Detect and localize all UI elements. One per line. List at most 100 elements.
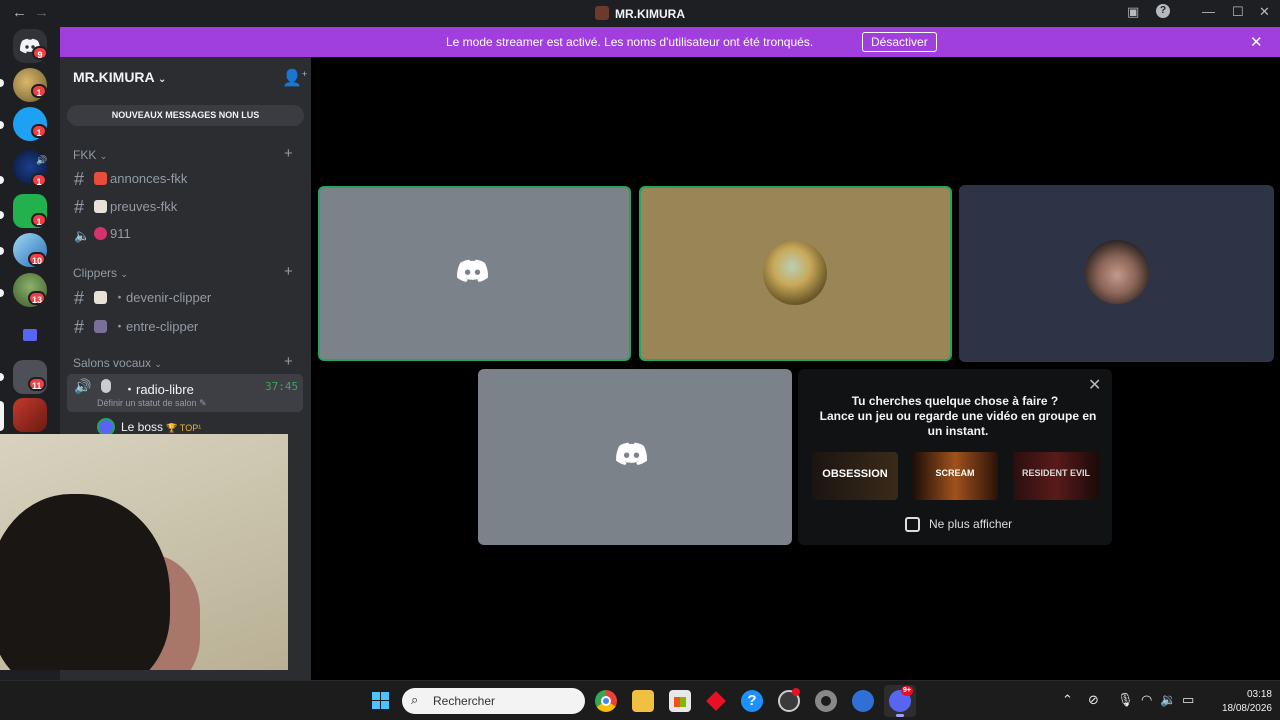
- unread-pill: [0, 79, 4, 87]
- minimize-icon[interactable]: —: [1202, 4, 1215, 19]
- category-fkk[interactable]: FKK ⌄: [73, 148, 107, 162]
- activity-thumb-resident-evil[interactable]: RESIDENT EVIL: [1013, 452, 1099, 500]
- chrome-icon[interactable]: [595, 690, 617, 712]
- channel-annonces-fkk[interactable]: # annonces-fkk: [74, 169, 304, 191]
- chevron-down-icon: ⌄: [154, 359, 162, 369]
- unread-pill: [0, 289, 4, 297]
- store-icon[interactable]: [669, 690, 691, 712]
- show-hidden-icons[interactable]: ⌃: [1062, 692, 1073, 708]
- pencil-icon: ✎: [199, 398, 207, 408]
- activity-thumb-scream[interactable]: SCREAM: [912, 452, 998, 500]
- unread-badge: 9: [32, 46, 48, 60]
- chevron-down-icon: ⌄: [99, 151, 108, 161]
- discord-taskbar-button[interactable]: 9+: [884, 685, 916, 717]
- microphone-icon[interactable]: 🎙: [1117, 692, 1134, 708]
- disable-streamer-button[interactable]: Désactiver: [862, 32, 937, 52]
- help-icon[interactable]: ?: [1156, 4, 1170, 18]
- webcam-hair: [0, 494, 170, 670]
- activity-title: Tu cherches quelque chose à faire ?: [851, 394, 1059, 408]
- unread-badge: 10: [28, 252, 47, 266]
- participant-avatar: [1085, 240, 1149, 304]
- inbox-icon[interactable]: ▣: [1127, 4, 1139, 20]
- taskbar-search-input[interactable]: ⌕ Rechercher: [402, 688, 585, 714]
- channel-label: ・entre-clipper: [113, 319, 199, 334]
- voice-timer: 37:45: [265, 380, 299, 393]
- voice-channel-name: ・radio-libre: [123, 382, 194, 397]
- set-channel-status[interactable]: Définir un statut de salon ✎: [97, 398, 207, 409]
- activity-thumb-obsession[interactable]: OBSESSION: [812, 452, 898, 500]
- voice-channel-icon: 🔈: [74, 228, 91, 243]
- people-emoji-icon: [94, 320, 107, 333]
- server-name-header[interactable]: MR.KIMURA ⌄: [73, 69, 166, 85]
- clock[interactable]: 03:18 18/08/2026: [1206, 688, 1272, 716]
- clock-time: 03:18: [1246, 689, 1272, 700]
- channel-label: preuves-fkk: [110, 199, 178, 214]
- channel-status-text: Définir un statut de salon: [97, 398, 197, 408]
- create-channel-icon[interactable]: +: [284, 353, 293, 370]
- streamer-mode-banner: Le mode streamer est activé. Les noms d'…: [60, 27, 1280, 57]
- unread-badge: 1: [31, 173, 47, 187]
- volume-icon[interactable]: 🔉: [1160, 692, 1176, 708]
- unread-pill: [0, 373, 4, 381]
- chevron-down-icon: ⌄: [158, 74, 167, 85]
- channel-entre-clipper[interactable]: # ・entre-clipper: [74, 316, 304, 338]
- dont-show-checkbox[interactable]: [905, 517, 920, 532]
- voice-connected-icon: 🔊: [74, 378, 92, 394]
- file-explorer-icon[interactable]: [632, 690, 654, 712]
- chevron-down-icon: ⌄: [120, 269, 128, 279]
- folder-icon[interactable]: [13, 319, 47, 353]
- battery-icon[interactable]: ▭: [1182, 692, 1194, 708]
- thumb-title: SCREAM: [935, 468, 975, 478]
- maximize-icon[interactable]: ☐: [1232, 4, 1244, 20]
- participant-avatar: [763, 241, 827, 305]
- channel-911[interactable]: 🔈 911: [74, 226, 304, 248]
- close-banner-icon[interactable]: ✕: [1250, 33, 1263, 51]
- participant-tile-2[interactable]: [639, 186, 952, 361]
- window-title-text: MR.KIMURA: [615, 7, 685, 21]
- unread-badge: 13: [28, 291, 47, 305]
- category-salons-vocaux[interactable]: Salons vocaux ⌄: [73, 356, 162, 370]
- participant-tile-4[interactable]: [478, 369, 792, 545]
- category-label: Salons vocaux: [73, 356, 152, 370]
- server-name: MR.KIMURA: [73, 69, 155, 85]
- app-icon-blue[interactable]: [852, 690, 874, 712]
- voice-channel-radio-libre[interactable]: 🔊 ・radio-libre 37:45 Définir un statut d…: [67, 374, 303, 412]
- close-card-icon[interactable]: ✕: [1088, 375, 1101, 395]
- channel-devenir-clipper[interactable]: # ・devenir-clipper: [74, 287, 304, 309]
- help-app-icon[interactable]: ?: [741, 690, 763, 712]
- participant-tile-1[interactable]: [318, 186, 631, 361]
- network-off-icon[interactable]: ⊘: [1088, 692, 1099, 708]
- title-bar: ← → MR.KIMURA ▣ ? — ☐ ✕: [0, 0, 1280, 27]
- category-clippers[interactable]: Clippers ⌄: [73, 266, 128, 280]
- close-window-icon[interactable]: ✕: [1259, 4, 1270, 20]
- invite-people-icon[interactable]: 👤+: [282, 68, 307, 88]
- unread-pill: [0, 211, 4, 219]
- activity-suggestion-card: ✕ Tu cherches quelque chose à faire ? La…: [798, 369, 1112, 545]
- app-icon-red[interactable]: [705, 690, 727, 712]
- channel-label: ・devenir-clipper: [113, 290, 212, 305]
- windows-start-icon[interactable]: [370, 690, 392, 712]
- notification-badge: 9+: [901, 686, 913, 696]
- new-messages-pill[interactable]: NOUVEAUX MESSAGES NON LUS: [67, 105, 304, 126]
- text-channel-icon: #: [74, 317, 85, 337]
- obs-icon[interactable]: [778, 688, 800, 712]
- create-channel-icon[interactable]: +: [284, 263, 293, 280]
- discord-avatar-icon: [457, 259, 488, 282]
- unread-badge: 1: [31, 213, 47, 227]
- channel-label: annonces-fkk: [110, 171, 188, 186]
- windows-taskbar: ⌕ Rechercher ? 9+ ⌃ ⊘ 🎙 ◠ 🔉 ▭ 03:18 18/0…: [0, 680, 1280, 720]
- unread-badge: 11: [28, 377, 46, 391]
- settings-icon[interactable]: [815, 690, 837, 712]
- text-channel-icon: #: [74, 169, 85, 189]
- create-channel-icon[interactable]: +: [284, 145, 293, 162]
- participant-tile-3[interactable]: [959, 185, 1274, 362]
- unread-pill: [0, 121, 4, 129]
- search-icon: ⌕: [411, 692, 419, 707]
- thumb-title: OBSESSION: [822, 468, 888, 480]
- wifi-icon[interactable]: ◠: [1141, 692, 1152, 708]
- channel-preuves-fkk[interactable]: # preuves-fkk: [74, 197, 304, 219]
- unread-pill: [0, 247, 4, 255]
- page-emoji-icon: [94, 200, 107, 213]
- server-icon-mr-kimura[interactable]: [13, 398, 47, 432]
- window-title: MR.KIMURA: [0, 6, 1280, 21]
